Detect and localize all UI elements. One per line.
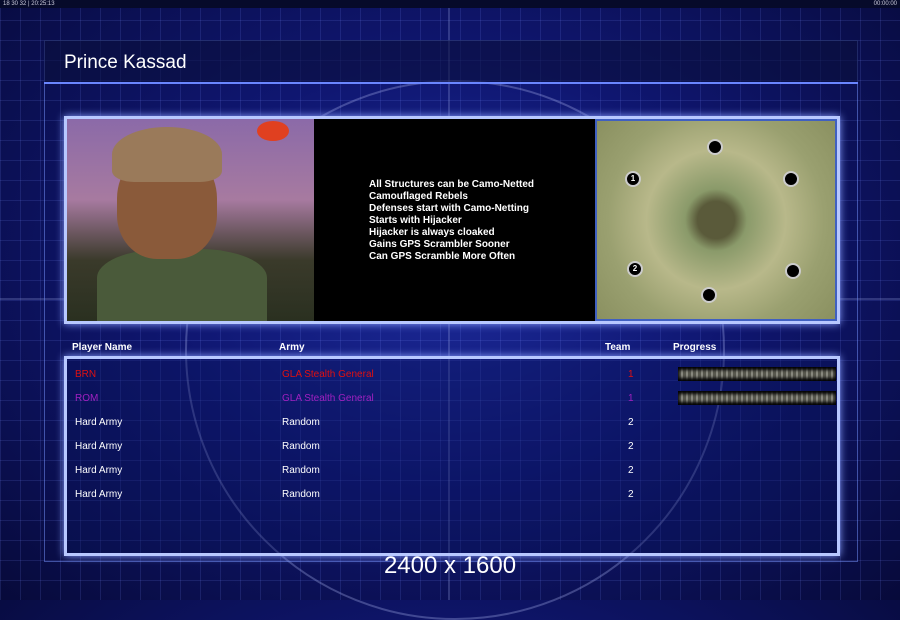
players-table: BRN GLA Stealth General 1 ROM GLA Stealth… bbox=[64, 356, 840, 556]
start-position bbox=[783, 171, 799, 187]
trait: Hijacker is always cloaked bbox=[369, 227, 495, 238]
progress-bar bbox=[678, 391, 836, 405]
status-left: 18 30 32 | 20:25:13 bbox=[3, 1, 55, 7]
start-position-1: 1 bbox=[625, 171, 641, 187]
player-army: Random bbox=[282, 441, 320, 452]
start-position-2: 2 bbox=[627, 261, 643, 277]
player-name: Hard Army bbox=[75, 465, 123, 476]
player-name: Hard Army bbox=[75, 417, 123, 428]
player-team: 1 bbox=[628, 393, 634, 404]
header-progress: Progress bbox=[673, 342, 717, 353]
player-army: Random bbox=[282, 489, 320, 500]
header-team: Team bbox=[605, 342, 631, 353]
trait: Starts with Hijacker bbox=[369, 215, 462, 226]
trait: Camouflaged Rebels bbox=[369, 191, 468, 202]
header-player: Player Name bbox=[72, 342, 133, 353]
header-army: Army bbox=[279, 342, 305, 353]
sun bbox=[257, 121, 289, 141]
player-row: Hard Army Random 2 bbox=[75, 465, 835, 479]
traits-list: All Structures can be Camo-Netted Camouf… bbox=[369, 179, 534, 263]
portrait-body bbox=[97, 249, 267, 321]
player-army: Random bbox=[282, 465, 320, 476]
general-title: Prince Kassad bbox=[64, 52, 187, 73]
general-portrait bbox=[67, 119, 314, 321]
player-name: Hard Army bbox=[75, 441, 123, 452]
resolution-label: 2400 x 1600 bbox=[383, 552, 517, 579]
player-row: ROM GLA Stealth General 1 bbox=[75, 391, 836, 407]
player-row: Hard Army Random 2 bbox=[75, 489, 835, 503]
player-row: Hard Army Random 2 bbox=[75, 417, 835, 431]
player-team: 2 bbox=[628, 465, 634, 476]
status-right: 00:00:00 bbox=[873, 1, 897, 7]
progress-bar bbox=[678, 367, 836, 381]
player-name: Hard Army bbox=[75, 489, 123, 500]
start-position bbox=[785, 263, 801, 279]
player-army: GLA Stealth General bbox=[282, 393, 374, 404]
start-position bbox=[701, 287, 717, 303]
player-name: ROM bbox=[75, 393, 99, 404]
trait: Can GPS Scramble More Often bbox=[369, 251, 516, 262]
player-army: GLA Stealth General bbox=[282, 369, 374, 380]
map-preview: 1 2 bbox=[595, 119, 837, 321]
general-info-panel: All Structures can be Camo-Netted Camouf… bbox=[64, 116, 840, 324]
player-team: 2 bbox=[628, 489, 634, 500]
player-row: Hard Army Random 2 bbox=[75, 441, 835, 455]
player-team: 2 bbox=[628, 441, 634, 452]
player-team: 1 bbox=[628, 369, 634, 380]
status-bar: 18 30 32 | 20:25:13 00:00:00 bbox=[0, 0, 900, 8]
player-name: BRN bbox=[75, 369, 97, 380]
player-row: BRN GLA Stealth General 1 bbox=[75, 367, 836, 383]
player-team: 2 bbox=[628, 417, 634, 428]
player-army: Random bbox=[282, 417, 320, 428]
trait: All Structures can be Camo-Netted bbox=[369, 179, 535, 190]
start-position bbox=[707, 139, 723, 155]
trait: Gains GPS Scrambler Sooner bbox=[369, 239, 510, 250]
portrait-turban bbox=[112, 127, 222, 182]
trait: Defenses start with Camo-Netting bbox=[369, 203, 530, 214]
